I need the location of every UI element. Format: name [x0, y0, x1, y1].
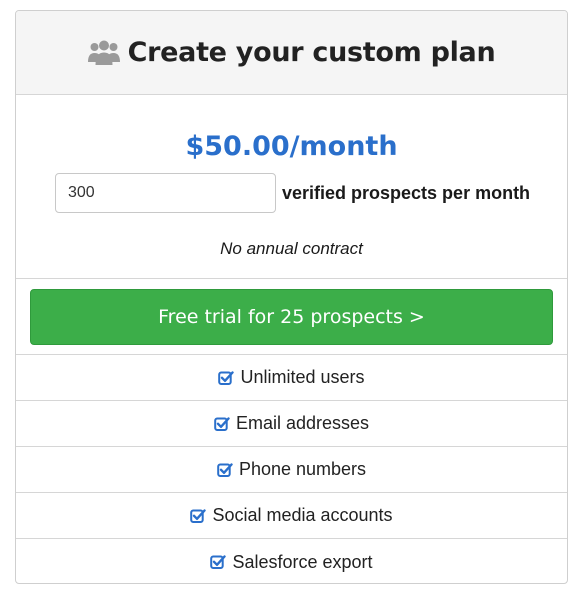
feature-item-social-media-accounts: Social media accounts — [16, 493, 567, 539]
feature-item-email-addresses: Email addresses — [16, 401, 567, 447]
free-trial-button[interactable]: Free trial for 25 prospects > — [30, 288, 553, 345]
quantity-label: verified prospects per month — [282, 182, 531, 203]
checkbox-checked-icon — [214, 416, 230, 431]
feature-item-phone-numbers: Phone numbers — [16, 447, 567, 493]
feature-list: Unlimited users Email addresses Phone nu… — [16, 355, 567, 583]
checkbox-checked-icon — [218, 370, 235, 385]
quantity-row: verified prospects per month — [55, 173, 530, 213]
prospects-quantity-input[interactable] — [55, 173, 276, 213]
plan-title: Create your custom plan — [87, 37, 496, 68]
checkbox-checked-icon — [210, 555, 227, 569]
checkbox-checked-icon — [190, 508, 207, 523]
feature-item-unlimited-users: Unlimited users — [16, 355, 567, 401]
plan-header: Create your custom plan — [16, 11, 567, 95]
feature-label: Email addresses — [235, 413, 370, 433]
feature-item-salesforce-export: Salesforce export — [16, 539, 567, 583]
monthly-price: $50.00/month — [185, 131, 398, 162]
users-icon — [87, 40, 120, 65]
contract-note: No annual contract — [220, 239, 363, 258]
cta-section: Free trial for 25 prospects > — [16, 279, 567, 355]
feature-label: Phone numbers — [238, 459, 367, 479]
checkbox-checked-icon — [217, 462, 233, 477]
plan-card: Create your custom plan $50.00/month Fre… — [15, 10, 568, 584]
feature-label: Salesforce export — [232, 551, 373, 572]
feature-label: Social media accounts — [212, 505, 393, 525]
feature-label: Unlimited users — [240, 367, 365, 387]
plan-title-text: Create your custom plan — [127, 37, 496, 68]
